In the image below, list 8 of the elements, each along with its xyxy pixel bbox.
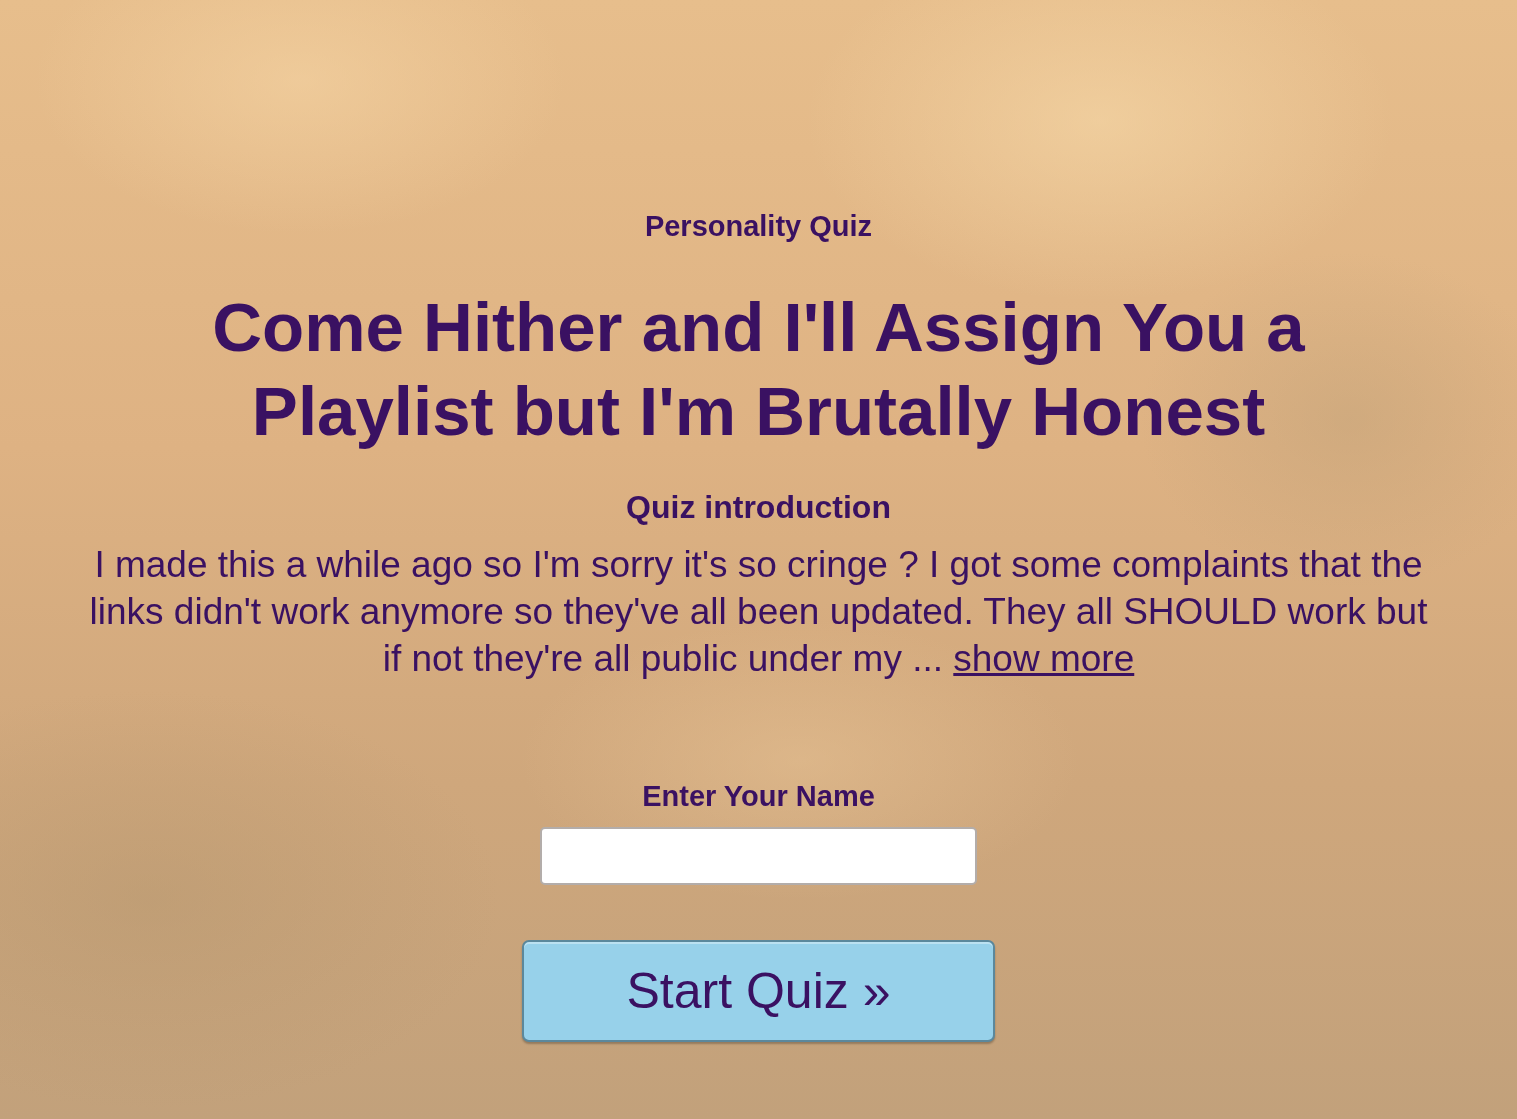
intro-text: I made this a while ago so I'm sorry it's so cringe ? I got some complaints that the links didn't work anymore so they've all been updated. They all SHOULD work but if not they're all public under my ... show more <box>88 543 1429 681</box>
name-label: Enter Your Name <box>641 779 876 813</box>
quiz-category: Personality Quiz <box>643 209 874 243</box>
quiz-title: Come Hither and I'll Assign You a Playlist but I'm Brutally Honest <box>211 288 1306 452</box>
start-quiz-button[interactable]: Start Quiz » <box>522 940 995 1042</box>
name-input-field[interactable] <box>540 827 977 885</box>
intro-heading: Quiz introduction <box>625 488 892 526</box>
show-more-link[interactable]: show more <box>953 638 1135 679</box>
